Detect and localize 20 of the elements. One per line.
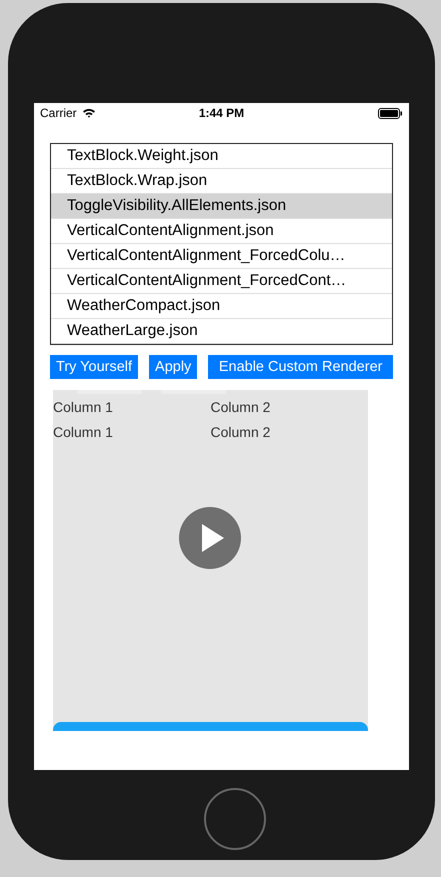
- home-button[interactable]: [204, 788, 266, 850]
- file-list-item[interactable]: VerticalContentAlignment.json: [51, 219, 392, 244]
- wifi-icon: [82, 108, 96, 118]
- file-list-item[interactable]: VerticalContentAlignment_ForcedCont…: [51, 269, 392, 294]
- file-list-item[interactable]: TextBlock.Weight.json: [51, 144, 392, 169]
- column-text: Column 1: [53, 424, 114, 440]
- file-list-item[interactable]: WeatherLarge.json: [51, 319, 392, 344]
- column-text: Column 2: [210, 424, 272, 440]
- action-button[interactable]: Try Yourself: [50, 355, 138, 379]
- file-list-item[interactable]: WeatherCompact.json: [51, 294, 392, 319]
- status-time: 1:44 PM: [198, 106, 244, 120]
- play-icon[interactable]: [179, 507, 241, 569]
- file-list-item[interactable]: VerticalContentAlignment_ForcedColu…: [51, 244, 392, 269]
- column-text: Column 1: [53, 398, 114, 414]
- file-list-item[interactable]: ToggleVisibility.AllElements.json: [51, 194, 392, 219]
- carrier-label: Carrier: [40, 106, 77, 120]
- action-button[interactable]: Apply: [149, 355, 198, 379]
- action-button[interactable]: Enable Custom Renderer: [208, 355, 393, 379]
- battery-icon: [378, 108, 403, 118]
- column-text: Column 2: [210, 398, 272, 414]
